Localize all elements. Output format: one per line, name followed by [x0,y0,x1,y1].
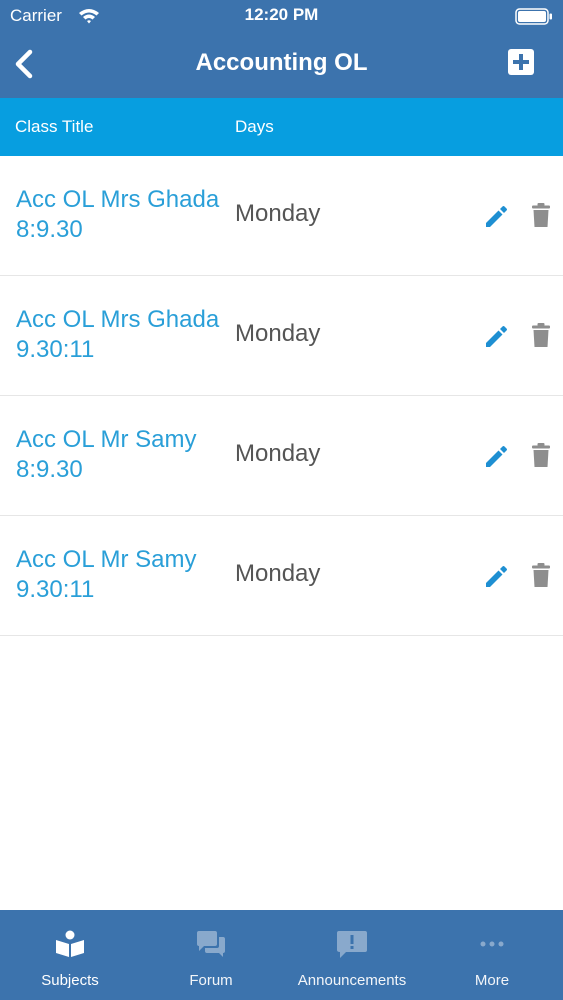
delete-button[interactable] [530,562,552,588]
class-days: Monday [235,200,321,227]
delete-button[interactable] [530,442,552,468]
edit-button[interactable] [483,563,509,589]
class-title: Acc OL Mrs Ghada 8:9.30 [16,186,220,243]
battery-icon [515,8,552,25]
pencil-icon [486,566,507,587]
plus-square-icon [508,49,534,75]
table-row[interactable]: Acc OL Mrs Ghada 8:9.30 Monday [0,156,563,276]
book-reader-icon [56,930,84,957]
pencil-icon [486,446,507,467]
tab-label: More [474,972,510,989]
pencil-icon [486,206,507,227]
tab-bar: Subjects Forum Announcements More [0,910,563,1000]
table-row[interactable]: Acc OL Mr Samy 8:9.30 Monday [0,396,563,516]
class-title: Acc OL Mrs Ghada 9.30:11 [16,306,220,363]
table-row[interactable]: Acc OL Mrs Ghada 9.30:11 Monday [0,276,563,396]
tab-forum[interactable]: Forum [141,910,281,1000]
back-button[interactable] [8,44,44,84]
tab-subjects[interactable]: Subjects [0,910,140,1000]
announcement-icon [337,931,367,958]
class-days: Monday [235,320,321,347]
nav-bar: Accounting OL [0,32,563,98]
tab-label: Announcements [297,972,407,989]
tab-announcements[interactable]: Announcements [282,910,422,1000]
trash-icon [532,323,550,347]
edit-button[interactable] [483,323,509,349]
class-title: Acc OL Mr Samy 8:9.30 [16,426,197,483]
status-time: 12:20 PM [244,5,319,24]
class-days: Monday [235,560,321,587]
edit-button[interactable] [483,203,509,229]
screen: Carrier 12:20 PM Accounting OL Class Tit… [0,0,563,1000]
page-title: Accounting OL [195,49,368,76]
trash-icon [532,203,550,227]
add-class-button[interactable] [507,48,535,76]
class-title: Acc OL Mr Samy 9.30:11 [16,546,197,603]
column-header-class-title: Class Title [15,117,94,136]
status-bar: Carrier 12:20 PM [0,0,563,32]
edit-button[interactable] [483,443,509,469]
tab-label: Forum [189,972,233,989]
table-header: Class Title Days [0,98,563,156]
class-days: Monday [235,440,321,467]
chevron-left-icon [15,49,33,79]
pencil-icon [486,326,507,347]
trash-icon [532,443,550,467]
trash-icon [532,563,550,587]
more-dots-icon [480,941,504,947]
table-row[interactable]: Acc OL Mr Samy 9.30:11 Monday [0,516,563,636]
delete-button[interactable] [530,202,552,228]
delete-button[interactable] [530,322,552,348]
chat-bubbles-icon [197,931,225,957]
tab-label: Subjects [41,972,99,989]
column-header-days: Days [235,117,274,136]
tab-more[interactable]: More [422,910,562,1000]
class-list: Acc OL Mrs Ghada 8:9.30 Monday Acc OL Mr… [0,156,563,636]
top-bar: Carrier 12:20 PM Accounting OL [0,0,563,98]
